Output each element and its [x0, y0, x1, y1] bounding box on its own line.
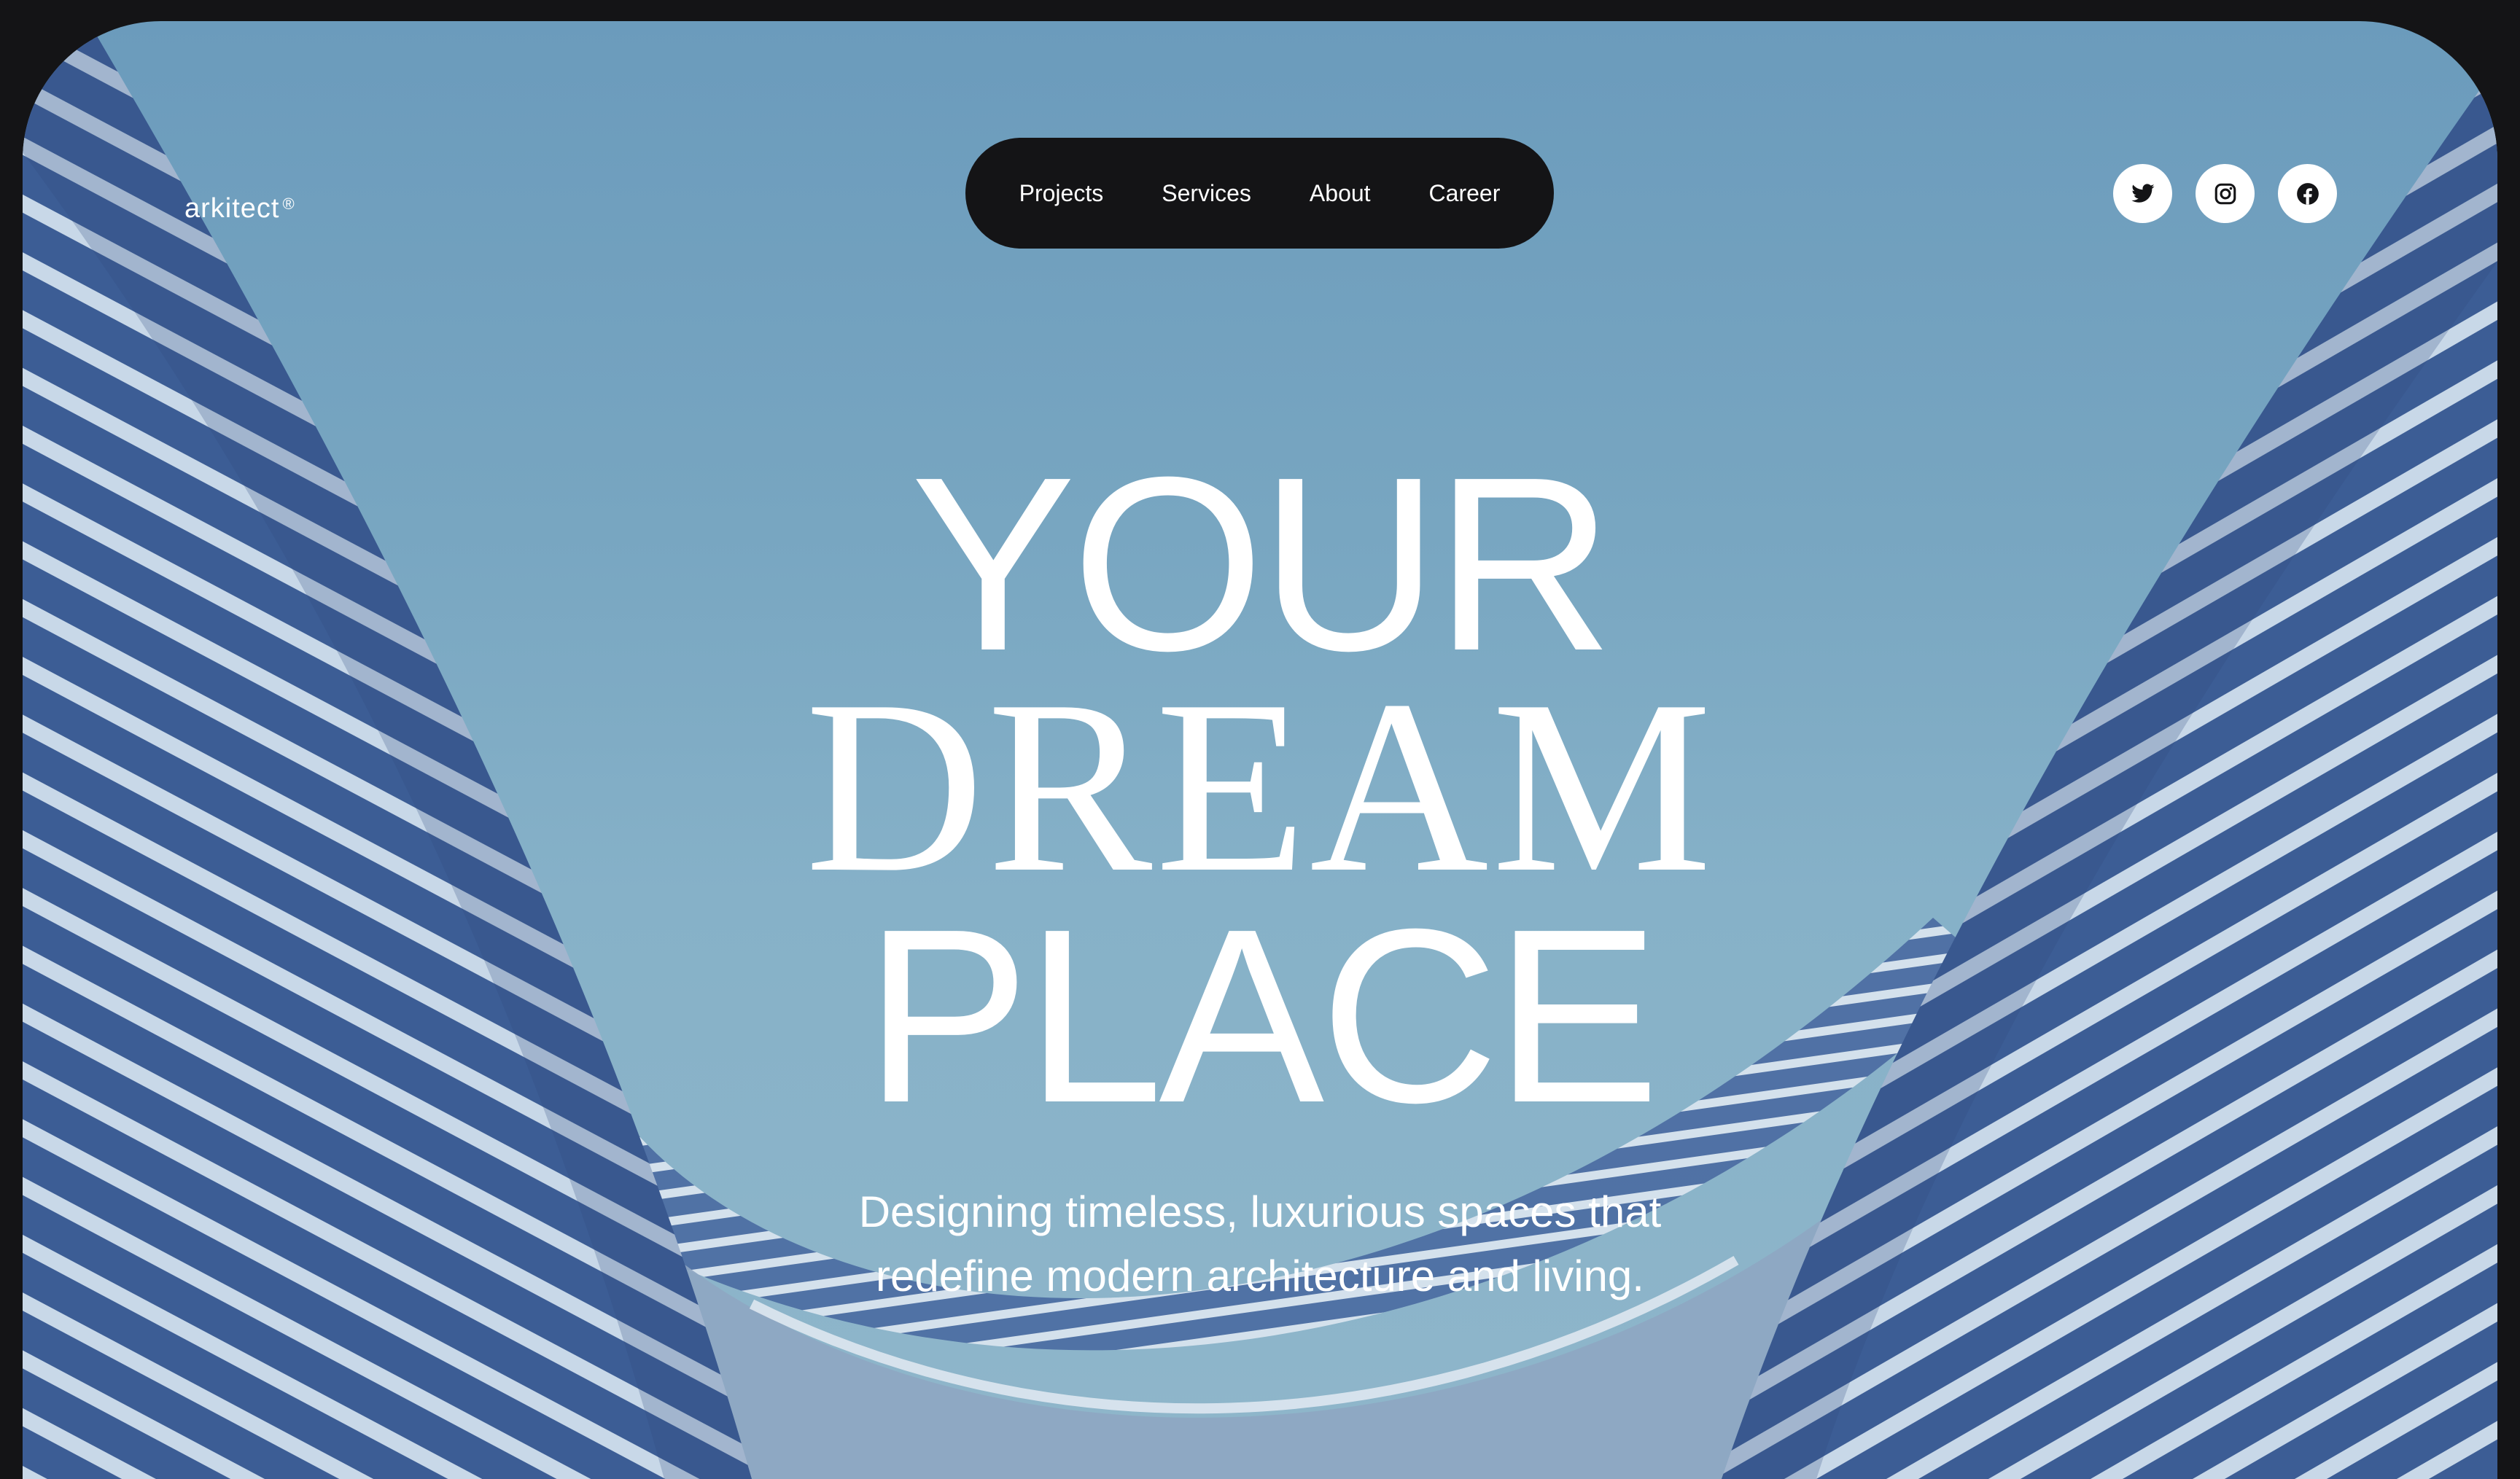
brand-name: arkitect	[184, 193, 280, 224]
main-nav: Projects Services About Career	[965, 138, 1554, 249]
twitter-button[interactable]	[2113, 164, 2172, 223]
hero-frame: arkitect ® Projects Services About Career	[23, 21, 2497, 1479]
hero-tagline-line2: redefine modern architecture and living.	[876, 1252, 1644, 1300]
facebook-button[interactable]	[2278, 164, 2337, 223]
nav-item-projects[interactable]: Projects	[1019, 180, 1104, 207]
nav-item-career[interactable]: Career	[1429, 180, 1501, 207]
facebook-icon	[2296, 182, 2319, 205]
brand-logo[interactable]: arkitect ®	[184, 193, 295, 225]
instagram-button[interactable]	[2196, 164, 2255, 223]
social-links	[2113, 164, 2337, 223]
nav-item-about[interactable]: About	[1310, 180, 1371, 207]
hero-headline-line3: PLACE	[864, 878, 1660, 1155]
twitter-icon	[2131, 183, 2155, 203]
registered-mark: ®	[282, 195, 295, 213]
hero-tagline-line1: Designing timeless, luxurious spaces tha…	[858, 1187, 1662, 1236]
instagram-icon	[2214, 183, 2236, 204]
nav-item-services[interactable]: Services	[1162, 180, 1251, 207]
hero-headline-line2: DREAM	[805, 649, 1715, 924]
hero-tagline: Designing timeless, luxurious spaces tha…	[23, 1180, 2497, 1308]
